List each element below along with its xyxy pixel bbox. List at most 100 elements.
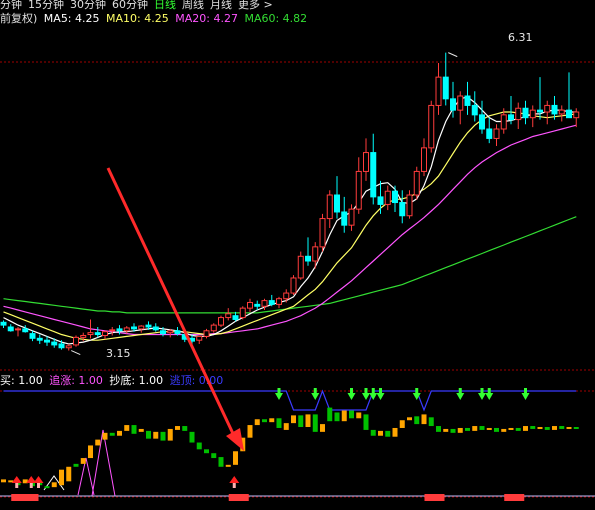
candle-up xyxy=(15,328,21,331)
candle-up xyxy=(493,128,500,139)
indicator-bar-green xyxy=(363,414,369,430)
buy-arrow-stem xyxy=(232,483,236,488)
candle-down xyxy=(174,330,181,335)
indicator-bar-orange xyxy=(523,426,528,431)
buy-arrow-stem xyxy=(15,483,19,488)
candle-up xyxy=(210,324,217,332)
candle-up xyxy=(406,194,413,217)
indicator-bar-orange xyxy=(537,427,543,430)
candle-up xyxy=(355,170,362,210)
candle-down xyxy=(51,341,58,346)
indicator-bar-green xyxy=(573,427,579,430)
indicator-bar-orange xyxy=(320,424,325,432)
candle-up xyxy=(225,313,232,319)
candle-up xyxy=(239,307,246,319)
buy-arrow-stem xyxy=(29,483,33,488)
candle-up xyxy=(421,147,427,172)
signal-block xyxy=(228,494,249,501)
indicator-bar-green xyxy=(276,418,282,428)
indicator-bar-orange xyxy=(233,451,238,465)
candle-down xyxy=(145,324,152,328)
candle-up xyxy=(413,170,420,196)
indicator-bar-orange xyxy=(508,427,514,430)
indicator-bar-orange xyxy=(501,428,507,432)
indicator-bar-green xyxy=(515,427,521,431)
indicator-bar-orange xyxy=(59,469,64,486)
indicator-bar-green xyxy=(327,407,333,422)
candle-down xyxy=(566,109,572,119)
candle-down xyxy=(464,95,471,106)
sell-arrow-icon xyxy=(362,388,370,400)
indicator-bar-orange xyxy=(399,420,405,428)
indicator-bar-green xyxy=(544,427,550,430)
indicator-bar-orange xyxy=(138,428,144,432)
indicator-bar-orange xyxy=(225,464,231,467)
indicator-bar-green xyxy=(44,486,50,489)
candle-down xyxy=(94,332,101,336)
candle-up xyxy=(544,104,551,113)
indicator-bar-orange xyxy=(356,412,362,419)
indicator-bar-green xyxy=(385,430,391,437)
high-pointer xyxy=(448,52,458,58)
ma20-line xyxy=(3,124,577,336)
indicator-bar-orange xyxy=(124,425,130,431)
indicator-bar-green xyxy=(349,410,354,419)
candle-down xyxy=(341,211,348,226)
candle-down xyxy=(486,128,493,139)
sell-arrow-icon xyxy=(275,388,283,400)
candle-down xyxy=(508,114,514,121)
indicator-bar-green xyxy=(428,417,434,427)
candle-up xyxy=(384,190,391,205)
candle-up xyxy=(203,330,210,337)
candle-up xyxy=(73,336,79,346)
candle-up xyxy=(218,317,224,326)
candle-up xyxy=(529,109,536,119)
candle-up xyxy=(123,327,130,332)
indicator-bar-green xyxy=(530,426,536,429)
candle-up xyxy=(138,325,145,330)
candle-down xyxy=(36,337,43,341)
candle-down xyxy=(152,326,159,331)
candle-down xyxy=(370,152,377,198)
indicator-bar-orange xyxy=(1,479,6,483)
indicator-bar-orange xyxy=(269,418,275,423)
candle-up xyxy=(276,298,282,305)
candle-up xyxy=(80,334,87,338)
indicator-bar-green xyxy=(370,429,376,436)
signal-block xyxy=(18,494,39,501)
candle-up xyxy=(283,292,290,300)
indicator-bar-orange xyxy=(117,430,122,436)
candle-down xyxy=(551,104,558,115)
indicator-bar-green xyxy=(334,412,340,422)
candle-up xyxy=(290,277,297,294)
candle-up xyxy=(109,329,116,332)
indicator-bar-green xyxy=(196,442,202,450)
signal-block xyxy=(504,494,525,501)
indicator-bar-green xyxy=(131,425,137,434)
indicator-bar-orange xyxy=(472,426,478,431)
candle-up xyxy=(65,345,72,349)
sell-arrow-icon xyxy=(311,388,320,400)
buy-arrow-icon xyxy=(11,476,22,483)
candle-down xyxy=(254,303,261,307)
indicator-bar-green xyxy=(160,431,166,441)
buy-arrow-icon xyxy=(229,476,240,483)
indicator-bar-green xyxy=(73,463,79,467)
candle-down xyxy=(305,255,311,262)
signal-block xyxy=(424,494,445,501)
indicator-bar-orange xyxy=(392,427,398,437)
indicator-bar-green xyxy=(479,426,485,430)
sell-arrow-icon xyxy=(456,388,465,400)
indicator-bar-orange xyxy=(486,427,492,430)
candle-up xyxy=(435,76,442,106)
candle-down xyxy=(522,107,529,119)
indicator-bar-green xyxy=(414,416,420,425)
indicator-bar-green xyxy=(262,419,267,423)
indicator-bar-orange xyxy=(247,425,253,438)
candle-down xyxy=(537,109,543,113)
indicator-bar-green xyxy=(465,427,470,431)
candle-up xyxy=(573,111,580,119)
indicator-bar-green xyxy=(211,453,217,459)
indicator-bar-orange xyxy=(407,417,412,421)
indicator-bar-orange xyxy=(88,445,93,459)
